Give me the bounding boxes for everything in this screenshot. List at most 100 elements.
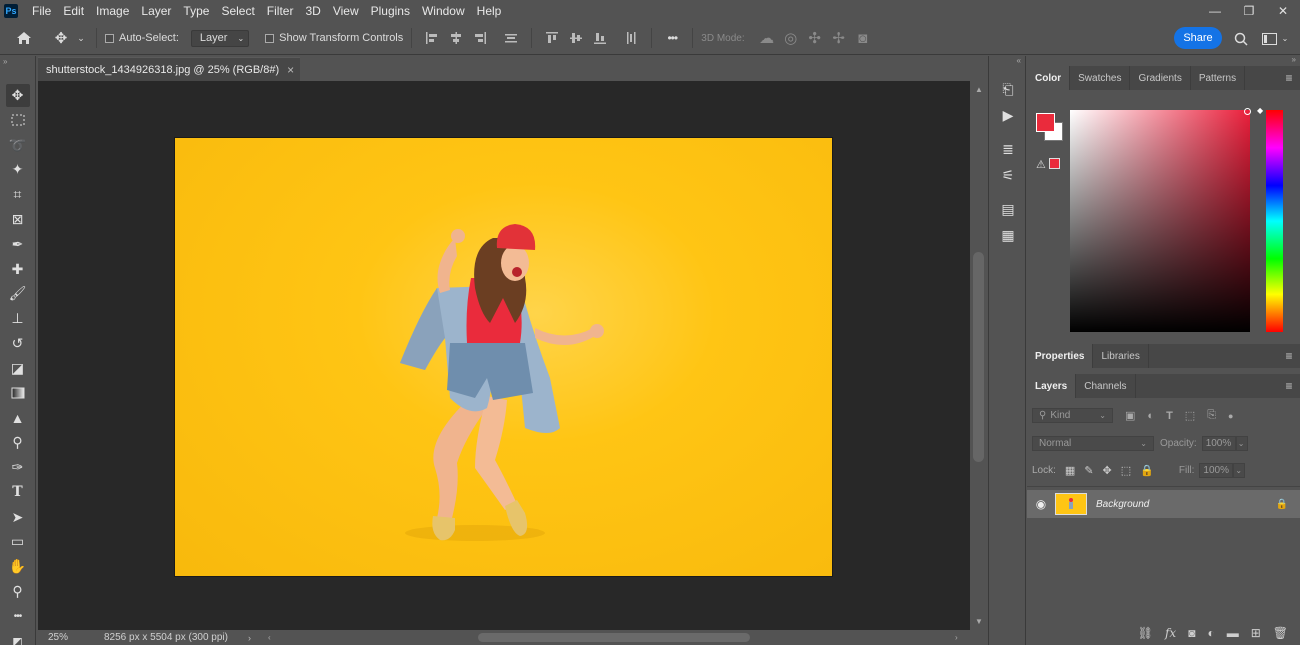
- panel-menu-icon[interactable]: ≡: [1278, 344, 1300, 368]
- chevron-down-icon[interactable]: ⌄: [1280, 34, 1290, 43]
- filter-shape-icon[interactable]: ⬚: [1185, 409, 1195, 422]
- menu-plugins[interactable]: Plugins: [365, 0, 416, 22]
- filter-type-icon[interactable]: T: [1166, 410, 1173, 422]
- lasso-tool-icon[interactable]: ➰: [6, 134, 30, 157]
- menu-window[interactable]: Window: [416, 0, 471, 22]
- status-chevron-icon[interactable]: ›: [248, 633, 268, 643]
- menu-view[interactable]: View: [327, 0, 365, 22]
- lock-transparent-icon[interactable]: ▦: [1065, 464, 1075, 477]
- color-picker-cursor[interactable]: [1244, 108, 1251, 115]
- workspace-icon[interactable]: [1260, 30, 1278, 48]
- tab-properties[interactable]: Properties: [1027, 344, 1094, 368]
- chevron-down-icon[interactable]: ⌄: [1235, 436, 1248, 451]
- chevron-down-icon[interactable]: ⌄: [1233, 463, 1246, 478]
- menu-filter[interactable]: Filter: [261, 0, 300, 22]
- auto-select-dropdown[interactable]: Layer ⌄: [190, 29, 250, 47]
- tab-libraries[interactable]: Libraries: [1093, 344, 1149, 368]
- distribute-icon[interactable]: [502, 30, 520, 46]
- layer-lock-icon[interactable]: 🔒: [1276, 499, 1288, 510]
- layer-filter-kind-select[interactable]: ⚲ Kind ⌄: [1032, 408, 1113, 423]
- hand-tool-icon[interactable]: ✋: [6, 555, 30, 578]
- type-tool-icon[interactable]: T: [6, 481, 30, 504]
- gradient-tool-icon[interactable]: [6, 382, 30, 405]
- history-brush-icon[interactable]: ↺: [6, 332, 30, 355]
- menu-layer[interactable]: Layer: [135, 0, 177, 22]
- zoom-level[interactable]: 25%: [38, 632, 96, 643]
- add-mask-icon[interactable]: ◙: [1188, 626, 1195, 640]
- filter-smart-object-icon[interactable]: ⎘: [1207, 409, 1216, 422]
- close-window-icon[interactable]: ✕: [1266, 0, 1300, 22]
- path-selection-icon[interactable]: ➤: [6, 506, 30, 529]
- edit-toolbar-icon[interactable]: •••: [6, 605, 30, 628]
- menu-3d[interactable]: 3D: [299, 0, 326, 22]
- document-image[interactable]: [175, 138, 832, 576]
- notes-icon[interactable]: ▦: [989, 222, 1027, 248]
- more-options-icon[interactable]: •••: [660, 31, 684, 45]
- tab-patterns[interactable]: Patterns: [1191, 66, 1246, 90]
- align-middle-icon[interactable]: [567, 30, 585, 46]
- magic-wand-icon[interactable]: ✦: [6, 158, 30, 181]
- 3d-orbit-icon[interactable]: ☁: [755, 29, 779, 47]
- menu-image[interactable]: Image: [90, 0, 135, 22]
- lock-position-icon[interactable]: ✥: [1103, 464, 1112, 477]
- eyedropper-icon[interactable]: ✒: [6, 233, 30, 256]
- clone-stamp-icon[interactable]: ⊥: [6, 307, 30, 330]
- opacity-input[interactable]: 100%: [1201, 436, 1236, 451]
- scroll-down-icon[interactable]: ▼: [970, 617, 988, 626]
- collapse-icon[interactable]: «: [989, 56, 1025, 76]
- new-adjustment-layer-icon[interactable]: ◐: [1207, 626, 1214, 640]
- hue-slider[interactable]: [1266, 110, 1283, 332]
- scroll-left-icon[interactable]: ‹: [268, 633, 271, 642]
- collapse-icon[interactable]: »: [1027, 56, 1300, 66]
- layer-row-background[interactable]: ◉ Background 🔒: [1027, 490, 1300, 518]
- chevron-down-icon[interactable]: ⌄: [74, 33, 88, 44]
- minimize-icon[interactable]: —: [1198, 0, 1232, 22]
- new-layer-icon[interactable]: ⊞: [1251, 626, 1261, 640]
- dodge-tool-icon[interactable]: ⚲: [6, 431, 30, 454]
- collapse-icon[interactable]: »: [0, 56, 35, 84]
- color-picker-field[interactable]: [1070, 110, 1250, 332]
- 3d-roll-icon[interactable]: ◎: [779, 29, 803, 47]
- 3d-slide-icon[interactable]: ✢: [827, 29, 851, 47]
- layer-name[interactable]: Background: [1096, 499, 1149, 510]
- align-left-icon[interactable]: [423, 30, 441, 46]
- gamut-color-swatch[interactable]: [1049, 158, 1060, 169]
- visibility-eye-icon[interactable]: ◉: [1027, 497, 1055, 511]
- scroll-right-icon[interactable]: ›: [955, 633, 958, 642]
- tab-color[interactable]: Color: [1027, 66, 1071, 90]
- align-right-icon[interactable]: [471, 30, 489, 46]
- horizontal-scroll-thumb[interactable]: [478, 633, 750, 642]
- tab-swatches[interactable]: Swatches: [1070, 66, 1131, 90]
- 3d-pan-icon[interactable]: ✣: [803, 29, 827, 47]
- foreground-color-swatch[interactable]: [1036, 113, 1055, 132]
- lock-pixels-icon[interactable]: ✎: [1084, 464, 1093, 477]
- panel-menu-icon[interactable]: ≡: [1278, 374, 1300, 398]
- vertical-scroll-thumb[interactable]: [973, 252, 984, 462]
- link-layers-icon[interactable]: ⛓: [1138, 626, 1153, 640]
- tab-channels[interactable]: Channels: [1076, 374, 1136, 398]
- info-panel-icon[interactable]: ▤: [989, 196, 1027, 222]
- brush-tool-icon[interactable]: 🖌: [6, 282, 30, 305]
- align-center-icon[interactable]: [447, 30, 465, 46]
- home-icon[interactable]: [0, 31, 48, 45]
- restore-icon[interactable]: ❐: [1232, 0, 1266, 22]
- document-tab[interactable]: shutterstock_1434926318.jpg @ 25% (RGB/8…: [38, 57, 300, 81]
- show-transform-checkbox[interactable]: Show Transform Controls: [265, 32, 403, 44]
- healing-brush-icon[interactable]: ✚: [6, 258, 30, 281]
- move-tool-icon[interactable]: ✥: [5, 84, 30, 107]
- pen-tool-icon[interactable]: ✑: [6, 456, 30, 479]
- menu-help[interactable]: Help: [471, 0, 508, 22]
- align-bottom-icon[interactable]: [591, 30, 609, 46]
- eraser-tool-icon[interactable]: ◪: [6, 357, 30, 380]
- scroll-up-icon[interactable]: ▲: [970, 85, 988, 94]
- search-icon[interactable]: [1232, 30, 1250, 48]
- panel-menu-icon[interactable]: ≡: [1278, 66, 1300, 90]
- delete-layer-icon[interactable]: 🗑: [1273, 626, 1288, 640]
- rectangle-tool-icon[interactable]: ▭: [6, 530, 30, 553]
- out-of-gamut-warning-icon[interactable]: ⚠: [1036, 158, 1046, 171]
- auto-select-checkbox[interactable]: Auto-Select:: [105, 32, 179, 44]
- marquee-tool-icon[interactable]: [6, 109, 30, 132]
- share-button[interactable]: Share: [1174, 27, 1222, 49]
- menu-type[interactable]: Type: [177, 0, 215, 22]
- menu-select[interactable]: Select: [215, 0, 260, 22]
